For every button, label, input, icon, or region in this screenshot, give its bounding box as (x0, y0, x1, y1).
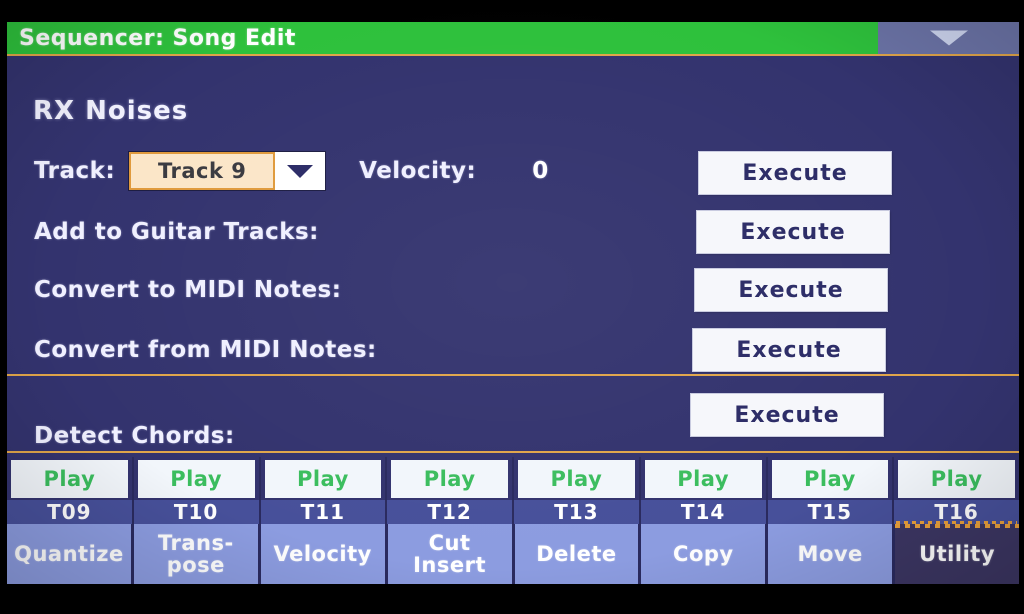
track-cell-t15: Play T15 (765, 457, 893, 524)
track-label-t09[interactable]: T09 (7, 500, 132, 524)
chevron-down-icon (287, 164, 314, 178)
lcd-panel: Sequencer: Song Edit RX Noises Track: Tr… (7, 22, 1019, 584)
add-to-guitar-tracks-label: Add to Guitar Tracks: (34, 219, 319, 245)
play-button-t10[interactable]: Play (137, 460, 255, 498)
track-cell-t14: Play T14 (638, 457, 766, 524)
tab-cut-insert[interactable]: Cut Insert (384, 524, 512, 584)
track-cell-t09: Play T09 (7, 457, 132, 524)
track-cell-t13: Play T13 (512, 457, 639, 524)
tab-delete[interactable]: Delete (511, 524, 639, 584)
tab-velocity-line1: Velocity (273, 541, 372, 566)
play-button-t11[interactable]: Play (264, 460, 382, 498)
track-label: Track: (34, 158, 116, 184)
tab-transpose[interactable]: Trans- pose (130, 524, 258, 584)
chevron-down-icon (929, 30, 968, 46)
play-button-t09[interactable]: Play (11, 460, 128, 498)
title-bar-green-area: Sequencer: Song Edit (7, 22, 878, 54)
divider-bottom (7, 451, 1019, 453)
track-cell-t12: Play T12 (385, 457, 512, 524)
tab-utility-line1: Utility (919, 541, 996, 566)
tab-copy-line1: Copy (673, 541, 734, 566)
divider-top (7, 374, 1019, 376)
tab-quantize-line1: Quantize (14, 541, 124, 566)
track-dropdown[interactable]: Track 9 (129, 152, 326, 190)
play-button-t15[interactable]: Play (771, 460, 889, 498)
detect-chords-label: Detect Chords: (34, 423, 235, 449)
velocity-label: Velocity: (359, 158, 477, 184)
track-label-t11[interactable]: T11 (260, 500, 386, 524)
track-cell-t10: Play T10 (131, 457, 259, 524)
track-cell-t16: Play T16 (892, 457, 1019, 524)
track-label-t13[interactable]: T13 (514, 500, 639, 524)
tab-cut-insert-line1: Cut (428, 530, 471, 555)
convert-to-midi-notes-label: Convert to MIDI Notes: (34, 277, 342, 303)
track-dropdown-value: Track 9 (129, 152, 276, 190)
tab-quantize[interactable]: Quantize (7, 524, 131, 584)
page-title: Sequencer: Song Edit (19, 25, 296, 51)
tab-transpose-line2: pose (166, 553, 225, 577)
track-dropdown-arrow-box[interactable] (275, 152, 326, 190)
velocity-value[interactable]: 0 (532, 158, 548, 184)
track-label-t14[interactable]: T14 (640, 500, 766, 524)
execute-button-convert-from-midi-notes[interactable]: Execute (693, 329, 885, 371)
title-underline (7, 54, 1019, 56)
play-button-t16[interactable]: Play (898, 460, 1015, 498)
title-bar: Sequencer: Song Edit (7, 22, 1019, 54)
device-screen-photo: Sequencer: Song Edit RX Noises Track: Tr… (0, 0, 1024, 614)
tab-move[interactable]: Move (765, 524, 893, 584)
execute-button-convert-to-midi-notes[interactable]: Execute (695, 269, 887, 311)
track-label-t16[interactable]: T16 (894, 500, 1019, 524)
tab-utility[interactable]: Utility (892, 524, 1019, 584)
track-strip: Play T09 Play T10 Play T11 Play T12 Play… (7, 457, 1019, 524)
track-label-t15[interactable]: T15 (767, 500, 893, 524)
track-label-t12[interactable]: T12 (387, 500, 512, 524)
tab-move-line1: Move (797, 541, 863, 566)
play-button-t12[interactable]: Play (391, 460, 508, 498)
tab-transpose-line1: Trans- (157, 530, 234, 555)
page-menu-button[interactable] (878, 22, 1019, 54)
tab-copy[interactable]: Copy (638, 524, 766, 584)
tab-cut-insert-line2: Insert (413, 553, 487, 577)
tab-delete-line1: Delete (536, 541, 617, 566)
execute-button-detect-chords[interactable]: Execute (691, 394, 883, 436)
play-button-t14[interactable]: Play (644, 460, 762, 498)
convert-from-midi-notes-label: Convert from MIDI Notes: (34, 337, 377, 363)
tab-velocity[interactable]: Velocity (257, 524, 385, 584)
play-button-t13[interactable]: Play (518, 460, 635, 498)
track-label-t10[interactable]: T10 (133, 500, 259, 524)
execute-button-add-to-guitar-tracks[interactable]: Execute (697, 211, 889, 253)
execute-button-rx-noises-track[interactable]: Execute (699, 152, 891, 194)
track-cell-t11: Play T11 (258, 457, 386, 524)
section-heading: RX Noises (33, 96, 189, 126)
bottom-tab-bar: Quantize Trans- pose Velocity Cut Insert (7, 524, 1019, 584)
